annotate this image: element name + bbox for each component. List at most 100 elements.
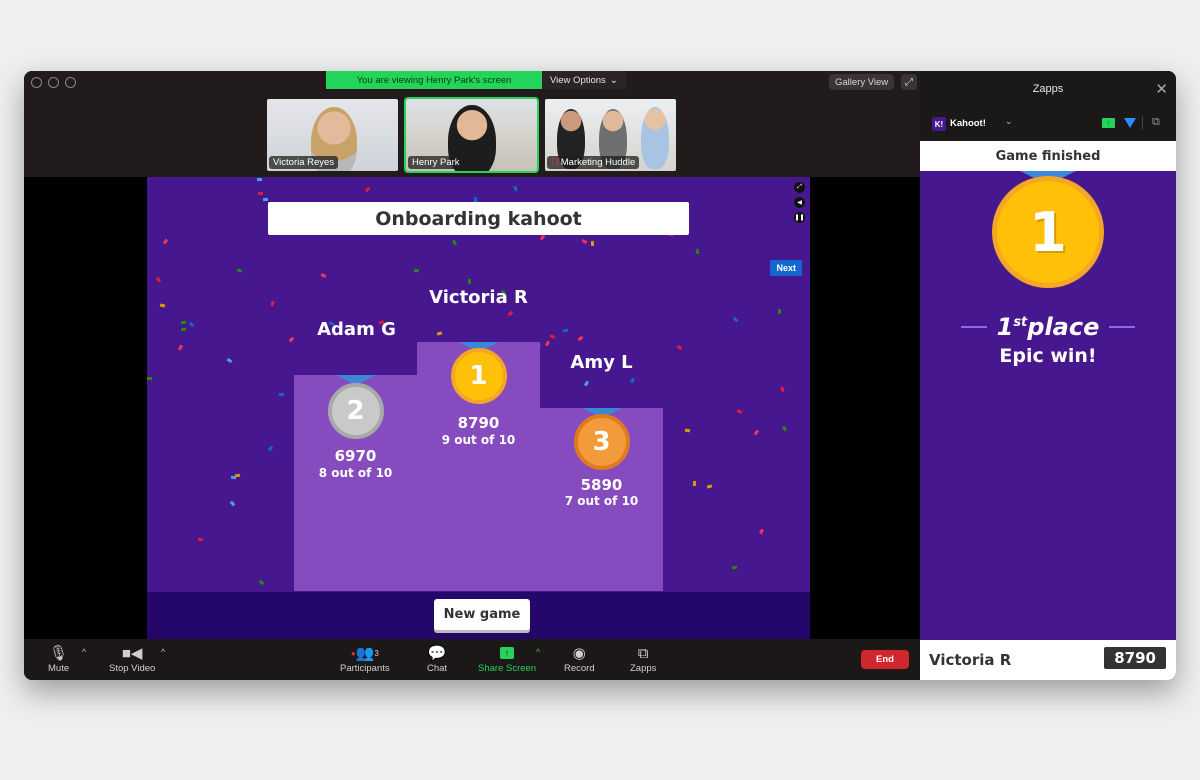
confetti-piece: [507, 311, 514, 317]
app-selector[interactable]: Kahoot!: [950, 118, 986, 129]
chat-label: Chat: [427, 663, 448, 674]
mute-button[interactable]: 🎙 Mute: [48, 643, 69, 674]
participant-name-text: Marketing Huddle: [560, 157, 636, 168]
confetti-piece: [695, 248, 700, 255]
chat-icon: 💬: [427, 645, 447, 662]
confetti-piece: [180, 321, 186, 325]
confetti-piece: [162, 238, 169, 245]
podium-second: 2 6970 8 out of 10: [294, 375, 417, 591]
audio-options-caret[interactable]: ^: [82, 647, 86, 657]
window-controls: [31, 77, 76, 88]
record-button[interactable]: ◉ Record: [564, 643, 595, 674]
confetti-piece: [684, 428, 690, 433]
place-label: 1stplace: [997, 313, 1100, 341]
place-suffix: st: [1013, 315, 1028, 330]
player-name: Victoria R: [929, 651, 1012, 669]
maximize-window-button[interactable]: [65, 77, 76, 88]
new-game-button[interactable]: New game: [434, 599, 530, 630]
confetti-piece: [583, 380, 590, 386]
confetti-piece: [539, 234, 546, 241]
share-screen-label: Share Screen: [478, 663, 537, 674]
title-bar: You are viewing Henry Park's screen View…: [24, 71, 920, 177]
zapps-panel: Zapps ✕ K! Kahoot! ⌄ ↑ ⧉ Game finished 1…: [920, 71, 1176, 680]
viewing-banner: You are viewing Henry Park's screen: [326, 71, 542, 89]
kahoot-logo-icon: K!: [932, 117, 946, 131]
fullscreen-icon[interactable]: ⤢: [901, 74, 917, 90]
confetti-piece: [544, 340, 550, 347]
medal-bronze: 3: [573, 414, 630, 470]
popout-icon[interactable]: ⧉: [1152, 116, 1160, 129]
confetti-piece: [159, 303, 165, 308]
fullscreen-icon[interactable]: ⤢: [794, 182, 805, 193]
chevron-down-icon[interactable]: ⌄: [1005, 116, 1013, 127]
share-app-icon[interactable]: ↑: [1102, 118, 1115, 128]
stop-video-label: Stop Video: [109, 663, 156, 674]
confetti-piece: [181, 328, 187, 332]
meeting-toolbar: 🎙 Mute ^ ■◀ Stop Video ^ ● 👥 3 Participant…: [24, 639, 920, 680]
confetti-piece: [258, 192, 264, 196]
chat-button[interactable]: 💬 Chat: [427, 643, 447, 674]
podium-score: 8790: [457, 414, 500, 432]
view-options-label: View Options: [550, 74, 606, 86]
player-result: Victoria R 8790: [920, 640, 1176, 680]
confetti-piece: [693, 480, 697, 486]
participant-name: Henry Park: [408, 156, 464, 169]
zapps-icon: ⧉: [637, 644, 649, 662]
confetti-piece: [732, 565, 738, 570]
person-silhouette: [641, 107, 669, 169]
participant-tile[interactable]: Victoria Reyes: [265, 97, 400, 173]
share-options-caret[interactable]: ^: [536, 647, 540, 657]
video-camera-icon: ■◀: [121, 645, 143, 662]
game-finished-header: Game finished: [920, 141, 1176, 171]
confetti-piece: [259, 579, 265, 586]
confetti-piece: [758, 528, 764, 535]
result-message: Epic win!: [999, 345, 1097, 367]
stop-video-button[interactable]: ■◀ Stop Video: [109, 643, 155, 674]
podium-score: 6970: [334, 447, 377, 465]
confetti-piece: [706, 484, 713, 489]
close-icon[interactable]: ✕: [1155, 80, 1168, 98]
pause-icon[interactable]: ❚❚: [794, 212, 805, 223]
confetti-piece: [257, 178, 263, 182]
player-score: 8790: [1104, 647, 1166, 669]
microphone-icon: 🎙: [49, 645, 69, 662]
view-options-button[interactable]: View Options ⌄: [542, 71, 626, 89]
divider: [960, 326, 987, 328]
confetti-piece: [178, 344, 184, 351]
podium-correct: 8 out of 10: [318, 466, 393, 480]
shared-screen: Onboarding kahoot ⤢ ◀ ❚❚ Next Adam G 2 6…: [24, 177, 920, 639]
game-controls: ⤢ ◀ ❚❚: [794, 182, 805, 223]
podium-score: 5890: [580, 476, 623, 494]
zapps-button[interactable]: ⧉ Zapps: [630, 643, 656, 675]
chevron-down-icon: ⌄: [609, 74, 618, 86]
zoom-window: You are viewing Henry Park's screen View…: [24, 71, 1176, 680]
panel-title: Zapps: [1032, 83, 1064, 95]
participants-button[interactable]: ● 👥 3 Participants: [340, 643, 390, 674]
gallery-view-button[interactable]: Gallery View: [829, 74, 895, 90]
confetti-piece: [229, 500, 235, 507]
confetti-piece: [197, 537, 204, 542]
place-number: 1: [996, 313, 1014, 341]
medal-gold: 1: [992, 176, 1104, 288]
podium-first: 1 8790 9 out of 10: [417, 342, 540, 591]
confetti-piece: [235, 473, 241, 478]
filter-icon[interactable]: [1124, 118, 1136, 128]
volume-icon[interactable]: ◀: [794, 197, 805, 208]
podium-name: Amy L: [570, 352, 633, 373]
close-window-button[interactable]: [31, 77, 42, 88]
kahoot-game: Onboarding kahoot ⤢ ◀ ❚❚ Next Adam G 2 6…: [147, 177, 810, 639]
participant-tile[interactable]: Henry Park: [404, 97, 539, 173]
next-button[interactable]: Next: [770, 260, 802, 276]
participant-tile[interactable]: 🎙̸ Marketing Huddle: [543, 97, 678, 173]
end-meeting-button[interactable]: End: [861, 650, 909, 669]
confetti-piece: [452, 239, 458, 246]
record-icon: ◉: [572, 645, 586, 662]
share-screen-icon: ↑: [499, 643, 515, 663]
minimize-window-button[interactable]: [48, 77, 59, 88]
participant-name: 🎙̸ Marketing Huddle: [547, 156, 640, 169]
record-label: Record: [564, 663, 595, 674]
video-options-caret[interactable]: ^: [161, 647, 165, 657]
medal-gold: 1: [450, 348, 507, 404]
confetti-piece: [263, 197, 269, 201]
share-screen-button[interactable]: ↑ Share Screen: [478, 643, 536, 674]
